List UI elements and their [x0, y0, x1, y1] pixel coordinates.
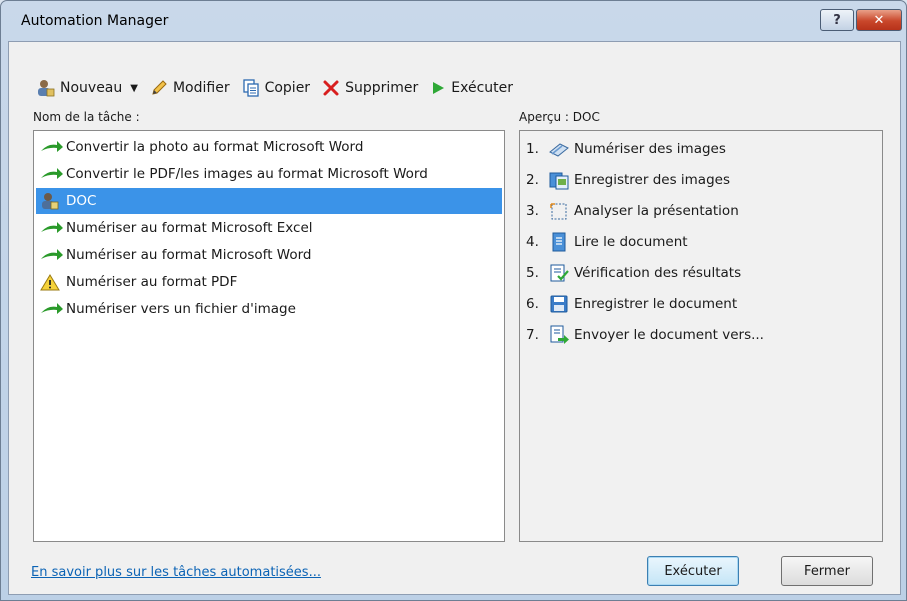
- step-label: Analyser la présentation: [574, 203, 739, 219]
- step-item: 3. Analyser la présentation: [526, 196, 739, 226]
- new-button[interactable]: Nouveau ▼: [35, 79, 138, 97]
- step-number: 3.: [526, 203, 539, 219]
- green-arrow-icon: [41, 222, 63, 233]
- task-label: DOC: [66, 193, 97, 209]
- step-label: Enregistrer le document: [574, 296, 738, 312]
- step-item: 1. Numériser des images: [526, 134, 726, 164]
- run-button[interactable]: Exécuter: [647, 556, 739, 586]
- list-item[interactable]: Numériser au format PDF: [36, 269, 502, 295]
- send-document-icon: [550, 325, 569, 344]
- task-label: Numériser au format Microsoft Excel: [66, 220, 313, 236]
- task-list[interactable]: Convertir la photo au format Microsoft W…: [33, 130, 505, 542]
- step-number: 2.: [526, 172, 539, 188]
- step-number: 1.: [526, 141, 539, 157]
- step-label: Vérification des résultats: [574, 265, 742, 281]
- step-number: 5.: [526, 265, 539, 281]
- close-button[interactable]: ✕: [856, 9, 902, 31]
- title-bar[interactable]: Automation Manager ? ✕: [1, 1, 906, 41]
- step-item: 5. Vérification des résultats: [526, 258, 741, 288]
- step-item: 6. Enregistrer le document: [526, 289, 737, 319]
- step-label: Envoyer le document vers...: [574, 327, 764, 343]
- task-name-label: Nom de la tâche :: [33, 110, 140, 124]
- edit-label: Modifier: [172, 80, 230, 96]
- copy-button[interactable]: Copier: [242, 79, 311, 97]
- step-number: 4.: [526, 234, 539, 250]
- edit-button[interactable]: Modifier: [150, 79, 230, 97]
- automation-manager-window: Automation Manager ? ✕ Nouveau ▼ Modifie…: [0, 0, 907, 601]
- step-item: 4. Lire le document: [526, 227, 688, 257]
- step-label: Numériser des images: [574, 141, 726, 157]
- green-arrow-icon: [41, 141, 63, 152]
- list-item[interactable]: Convertir la photo au format Microsoft W…: [36, 134, 502, 160]
- pencil-icon: [152, 80, 167, 95]
- step-label: Enregistrer des images: [574, 172, 730, 188]
- play-icon: [433, 82, 445, 94]
- user-task-icon: [42, 193, 59, 210]
- preview-panel: 1. Numériser des images 2. Enregistrer d…: [519, 130, 883, 542]
- help-button[interactable]: ?: [820, 9, 854, 31]
- green-arrow-icon: [41, 303, 63, 314]
- delete-button[interactable]: Supprimer: [322, 79, 418, 97]
- list-item-selected[interactable]: DOC: [36, 188, 502, 214]
- run-label: Exécuter: [451, 80, 514, 96]
- warning-icon: [40, 273, 60, 290]
- step-item: 7. Envoyer le document vers...: [526, 320, 764, 350]
- list-item[interactable]: Numériser au format Microsoft Excel: [36, 215, 502, 241]
- help-icon: ?: [833, 12, 841, 28]
- step-number: 7.: [526, 327, 539, 343]
- copy-label: Copier: [264, 80, 311, 96]
- green-arrow-icon: [41, 168, 63, 179]
- delete-label: Supprimer: [345, 80, 419, 96]
- close-dialog-button[interactable]: Fermer: [781, 556, 873, 586]
- read-document-icon: [552, 232, 566, 252]
- task-label: Numériser vers un fichier d'image: [66, 301, 296, 317]
- list-item[interactable]: Convertir le PDF/les images au format Mi…: [36, 161, 502, 187]
- analyze-layout-icon: [550, 203, 567, 220]
- dialog-body: Nouveau ▼ Modifier Copier Supprimer Exéc…: [8, 41, 901, 595]
- learn-more-link[interactable]: En savoir plus sur les tâches automatisé…: [31, 565, 321, 580]
- toolbar: Nouveau ▼ Modifier Copier Supprimer Exéc…: [35, 74, 525, 102]
- copy-icon: [242, 79, 259, 97]
- delete-icon: [323, 80, 339, 96]
- run-toolbar-button[interactable]: Exécuter: [430, 80, 513, 96]
- scanner-icon: [549, 143, 569, 157]
- new-label: Nouveau: [60, 80, 123, 96]
- preview-label: Aperçu : DOC: [519, 110, 600, 124]
- step-item: 2. Enregistrer des images: [526, 165, 730, 195]
- floppy-icon: [550, 295, 568, 313]
- green-arrow-icon: [41, 249, 63, 260]
- task-label: Numériser au format Microsoft Word: [66, 247, 312, 263]
- step-number: 6.: [526, 296, 539, 312]
- save-images-icon: [549, 172, 569, 190]
- new-task-icon: [38, 80, 55, 97]
- list-item[interactable]: Numériser vers un fichier d'image: [36, 296, 502, 322]
- list-item[interactable]: Numériser au format Microsoft Word: [36, 242, 502, 268]
- verify-icon: [550, 264, 569, 282]
- task-label: Convertir la photo au format Microsoft W…: [66, 139, 364, 155]
- step-label: Lire le document: [574, 234, 688, 250]
- window-title: Automation Manager: [21, 13, 169, 29]
- task-label: Convertir le PDF/les images au format Mi…: [66, 166, 428, 182]
- chevron-down-icon[interactable]: ▼: [130, 83, 138, 94]
- close-icon: ✕: [873, 12, 885, 28]
- task-label: Numériser au format PDF: [66, 274, 238, 290]
